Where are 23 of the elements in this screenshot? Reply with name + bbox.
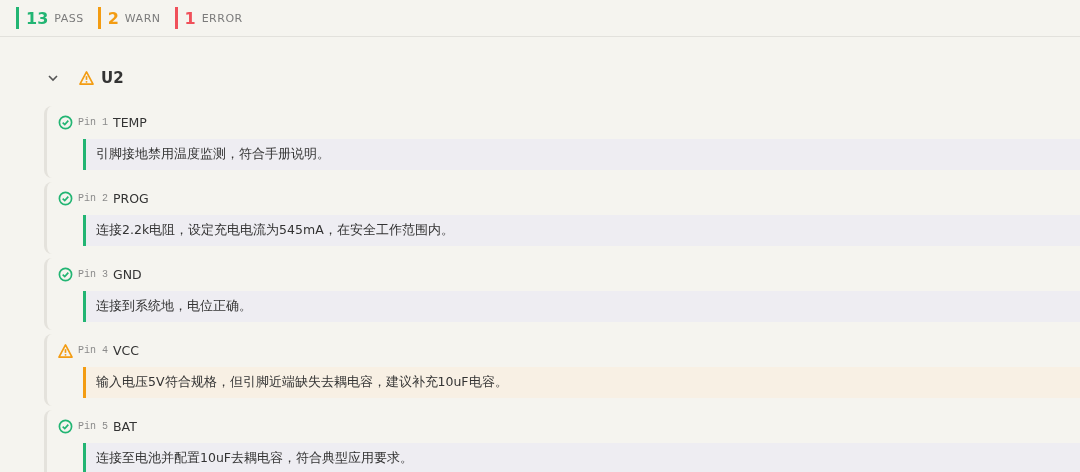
note-text: 连接到系统地，电位正确。 [96, 298, 252, 315]
pin-name: GND [113, 267, 142, 282]
pin-number: Pin 5 [78, 421, 108, 432]
pin-number: Pin 2 [78, 193, 108, 204]
pin-name: PROG [113, 191, 149, 206]
pin-name: VCC [113, 343, 140, 358]
pin-number: Pin 3 [78, 269, 108, 280]
note-text: 引脚接地禁用温度监测，符合手册说明。 [96, 146, 330, 163]
note-text: 连接2.2k电阻，设定充电电流为545mA，在安全工作范围内。 [96, 222, 454, 239]
note-text: 连接至电池并配置10uF去耦电容，符合典型应用要求。 [96, 450, 414, 467]
chevron-icon[interactable] [47, 72, 59, 84]
group-title: U2 [101, 69, 124, 87]
pin-number: Pin 1 [78, 117, 108, 128]
stat-label: PASS [54, 11, 84, 25]
stat-count: 2 [107, 8, 119, 28]
stat-count: 1 [184, 8, 196, 28]
pin-name: TEMP [113, 115, 147, 130]
stat-count: 13 [26, 8, 49, 28]
pin-number: Pin 4 [78, 345, 108, 356]
stat-label: WARN [124, 11, 161, 25]
stat-label: ERROR [201, 11, 243, 25]
note-text: 输入电压5V符合规格，但引脚近端缺失去耦电容，建议补充10uF电容。 [96, 374, 508, 391]
pin-name: BAT [113, 419, 137, 434]
